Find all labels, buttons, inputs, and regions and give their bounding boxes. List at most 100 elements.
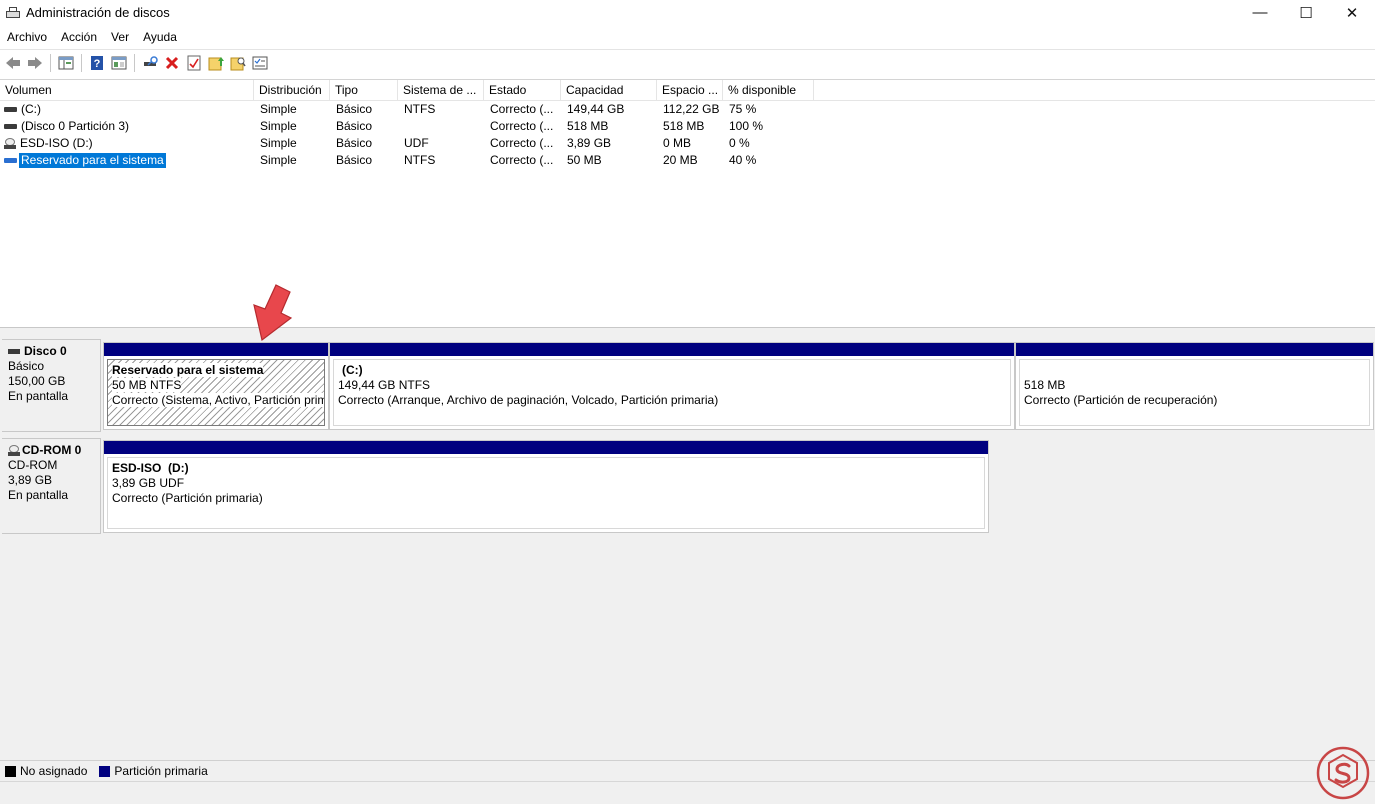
annotation-arrow-icon: [253, 284, 293, 342]
free-cell: 20 MB: [663, 153, 698, 167]
column-disponible[interactable]: % disponible: [723, 80, 814, 101]
toolbar-separator: [50, 54, 51, 72]
properties-icon: [187, 55, 201, 71]
find-button[interactable]: [227, 52, 249, 74]
cd-icon: [8, 444, 20, 457]
column-capacidad[interactable]: Capacidad: [561, 80, 657, 101]
column-sistema[interactable]: Sistema de ...: [398, 80, 484, 101]
toolbar-separator: [134, 54, 135, 72]
volume-name: ESD-ISO (D:): [20, 136, 93, 150]
layout-cell: Simple: [260, 153, 297, 167]
disk-icon: [4, 158, 17, 163]
fs-cell: NTFS: [404, 153, 436, 167]
watermark-logo-icon: [1316, 746, 1370, 800]
disk-icon: [4, 107, 17, 112]
column-distribucion[interactable]: Distribución: [254, 80, 330, 101]
legend: No asignado Partición primaria: [0, 760, 1375, 781]
type-cell: Básico: [336, 136, 373, 150]
primary-swatch: [99, 765, 111, 777]
menu-ayuda[interactable]: Ayuda: [136, 27, 184, 47]
delete-button[interactable]: [161, 52, 183, 74]
fs-cell: UDF: [404, 136, 429, 150]
status-cell: Correcto (...: [490, 119, 554, 133]
view-icon: [252, 56, 268, 70]
column-espacio[interactable]: Espacio ...: [657, 80, 723, 101]
up-folder-button[interactable]: [205, 52, 227, 74]
column-tipo[interactable]: Tipo: [330, 80, 398, 101]
disk-view: Disco 0 Básico 150,00 GB En pantalla Res…: [0, 333, 1375, 760]
menu-archivo[interactable]: Archivo: [0, 27, 54, 47]
primary-partition-bar: [1016, 343, 1373, 356]
partition-size: 149,44 GB NTFS: [338, 378, 431, 392]
table-row[interactable]: (C:) Simple Básico NTFS Correcto (... 14…: [0, 101, 1375, 118]
forward-button[interactable]: [24, 52, 46, 74]
partition-title: ESD-ISO (D:): [112, 461, 189, 475]
close-icon: ✕: [1345, 4, 1359, 22]
properties-button[interactable]: [183, 52, 205, 74]
primary-partition-bar: [104, 441, 988, 454]
disk-name: Disco 0: [24, 344, 67, 358]
minimize-icon: —: [1252, 4, 1268, 21]
free-cell: 518 MB: [663, 119, 705, 133]
cd-icon: [4, 137, 16, 150]
back-button[interactable]: [2, 52, 24, 74]
partition-size: 518 MB: [1024, 378, 1066, 392]
toolbar: ?: [0, 49, 1375, 76]
status-cell: Correcto (...: [490, 136, 554, 150]
menu-bar: Archivo Acción Ver Ayuda: [0, 27, 184, 47]
close-button[interactable]: ✕: [1329, 0, 1375, 25]
table-row[interactable]: Reservado para el sistema Simple Básico …: [0, 152, 1375, 169]
connect-button[interactable]: [139, 52, 161, 74]
column-volumen[interactable]: Volumen: [0, 80, 254, 101]
type-cell: Básico: [336, 153, 373, 167]
partition-reservado[interactable]: Reservado para el sistema 50 MB NTFS Cor…: [103, 342, 329, 430]
pct-cell: 100 %: [729, 119, 764, 133]
console-tree-icon: [58, 56, 74, 70]
partition-status: Correcto (Partición de recuperación): [1024, 393, 1218, 407]
minimize-button[interactable]: —: [1237, 0, 1283, 25]
volume-name: (Disco 0 Partición 3): [21, 119, 130, 133]
details-pane-icon: [111, 56, 127, 70]
partition-title: Reservado para el sistema: [112, 363, 264, 377]
disk-0-label[interactable]: Disco 0 Básico 150,00 GB En pantalla: [2, 339, 101, 432]
partition-body: Reservado para el sistema 50 MB NTFS Cor…: [107, 359, 325, 426]
details-pane-button[interactable]: [108, 52, 130, 74]
volume-cell: Reservado para el sistema: [0, 152, 254, 169]
partition-title: [1024, 363, 1369, 378]
fs-cell: NTFS: [404, 102, 436, 116]
partition-c[interactable]: (C:) 149,44 GB NTFS Correcto (Arranque, …: [329, 342, 1015, 430]
disk-size: 3,89 GB: [8, 473, 53, 487]
legend-primary: Partición primaria: [99, 764, 208, 778]
column-estado[interactable]: Estado: [484, 80, 561, 101]
partition-recovery[interactable]: 518 MB Correcto (Partición de recuperaci…: [1015, 342, 1374, 430]
console-tree-button[interactable]: [55, 52, 77, 74]
primary-partition-bar: [104, 343, 328, 356]
pct-cell: 75 %: [729, 102, 757, 116]
menu-accion[interactable]: Acción: [54, 27, 104, 47]
type-cell: Básico: [336, 102, 373, 116]
primary-partition-bar: [330, 343, 1014, 356]
list-header: Volumen Distribución Tipo Sistema de ...…: [0, 80, 1375, 101]
help-button[interactable]: ?: [86, 52, 108, 74]
menu-ver[interactable]: Ver: [104, 27, 136, 47]
disk-icon: [8, 349, 20, 354]
table-row[interactable]: (Disco 0 Partición 3) Simple Básico Corr…: [0, 118, 1375, 135]
cdrom-0-label[interactable]: CD-ROM 0 CD-ROM 3,89 GB En pantalla: [2, 438, 101, 534]
volume-cell: ESD-ISO (D:): [0, 135, 254, 152]
view-button[interactable]: [249, 52, 271, 74]
volume-name: Reservado para el sistema: [19, 153, 166, 168]
maximize-button[interactable]: ☐: [1283, 0, 1329, 25]
partition-status: Correcto (Partición primaria): [112, 491, 263, 505]
partition-esd-iso[interactable]: ESD-ISO (D:) 3,89 GB UDF Correcto (Parti…: [103, 440, 989, 533]
status-cell: Correcto (...: [490, 153, 554, 167]
disk-size: 150,00 GB: [8, 374, 66, 388]
partition-status: Correcto (Sistema, Activo, Partición pri…: [112, 393, 324, 407]
type-cell: Básico: [336, 119, 373, 133]
back-icon: [6, 57, 20, 69]
legend-label: No asignado: [20, 764, 88, 778]
volume-cell: (Disco 0 Partición 3): [0, 118, 254, 135]
table-row[interactable]: ESD-ISO (D:) Simple Básico UDF Correcto …: [0, 135, 1375, 152]
partition-title: (C:): [342, 363, 363, 377]
help-icon: ?: [91, 56, 103, 70]
layout-cell: Simple: [260, 102, 297, 116]
